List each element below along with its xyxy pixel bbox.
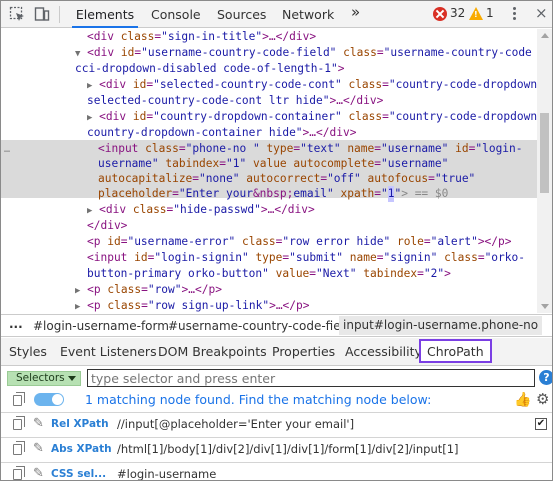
breadcrumb: ... #login-username-form #username-count… — [1, 314, 552, 337]
tab-event-listeners[interactable]: Event Listeners — [60, 344, 157, 359]
dom-line[interactable]: </div> — [87, 218, 127, 234]
edit-icon[interactable]: ✎ — [33, 466, 44, 480]
tab-chropath[interactable]: ChroPath — [419, 339, 492, 363]
dom-line[interactable]: <div class="sign-in-title">…</div> — [87, 29, 316, 45]
dom-line[interactable]: cci-dropdown-disabled code-of-length-1"> — [75, 61, 344, 77]
settings-icon[interactable]: ⚙ — [536, 390, 549, 408]
breadcrumb-item[interactable]: #username-country-code-field — [168, 319, 352, 333]
result-value[interactable]: #login-username — [117, 467, 216, 480]
elements-tree[interactable]: … <div class="sign-in-title">…</div> ▼ <… — [1, 29, 537, 313]
breadcrumb-item[interactable]: #login-username-form — [33, 319, 169, 333]
device-toolbar-icon[interactable] — [34, 6, 50, 22]
scrollbar-thumb[interactable] — [540, 113, 549, 193]
tab-console[interactable]: Console — [151, 1, 201, 28]
tab-elements[interactable]: Elements — [72, 1, 138, 28]
dom-line-selected[interactable]: autocapitalize="none" autocorrect="off" … — [98, 171, 475, 187]
copy-icon[interactable] — [13, 441, 25, 455]
scroll-down-icon[interactable] — [541, 304, 549, 309]
copy-icon[interactable] — [13, 392, 25, 406]
breadcrumb-overflow[interactable]: ... — [9, 317, 23, 331]
dom-line[interactable]: <p id="username-error" class="row error … — [87, 234, 512, 250]
dom-line-selected[interactable]: <input class="phone-no " type="text" nam… — [98, 141, 523, 157]
warning-count[interactable]: 1 — [486, 6, 494, 20]
selector-input[interactable] — [87, 369, 535, 387]
chropath-toolbar: Selectors ? — [1, 367, 552, 389]
edit-icon[interactable]: ✎ — [33, 416, 44, 431]
error-count[interactable]: 32 — [450, 6, 465, 20]
more-tabs-button[interactable]: » — [351, 1, 360, 26]
toggle-knob — [52, 394, 63, 405]
result-value[interactable]: //input[@placeholder='Enter your email'] — [117, 417, 354, 431]
dom-line[interactable]: <input id="login-signin" type="submit" n… — [87, 250, 525, 266]
copy-icon[interactable] — [13, 416, 25, 430]
result-row: ✎ Rel XPath //input[@placeholder='Enter … — [1, 412, 552, 436]
thumbs-up-icon[interactable]: 👍 — [514, 392, 531, 408]
dom-line[interactable]: ▶ <p class="row sign-up-link">…</p> — [75, 298, 310, 313]
more-icon[interactable] — [513, 7, 517, 23]
result-row: ✎ CSS sel... #login-username — [1, 462, 552, 480]
match-status-text: 1 matching node found. Find the matching… — [85, 392, 432, 407]
selector-type-dropdown[interactable]: Selectors — [7, 371, 81, 386]
close-icon[interactable]: × — [535, 4, 548, 22]
help-icon[interactable]: ? — [539, 370, 552, 385]
dom-line[interactable]: selected-country-code-cont ltr hide">…</… — [87, 93, 383, 109]
scroll-up-icon[interactable] — [541, 33, 549, 38]
result-row: ✎ Abs XPath /html[1]/body[1]/div[2]/div[… — [1, 437, 552, 461]
warning-mark: ! — [474, 10, 478, 19]
result-label: CSS sel... — [51, 468, 107, 480]
toolbar-separator — [59, 6, 60, 23]
tab-dom-breakpoints[interactable]: DOM Breakpoints — [158, 344, 267, 359]
result-label: Abs XPath — [51, 443, 112, 455]
tab-properties[interactable]: Properties — [272, 344, 335, 359]
copy-icon[interactable] — [13, 466, 25, 480]
devtools-window: Elements Console Sources Network » 32 ! … — [0, 0, 553, 481]
dom-line[interactable]: button-primary orko-button" value="Next"… — [87, 266, 451, 282]
inspect-icon[interactable] — [9, 6, 25, 22]
result-value[interactable]: /html[1]/body[1]/div[2]/div[1]/div[1]/fo… — [117, 442, 459, 456]
match-status-bar: 1 matching node found. Find the matching… — [1, 389, 552, 411]
tab-accessibility[interactable]: Accessibility — [345, 344, 422, 359]
elements-scrollbar[interactable] — [537, 29, 552, 313]
breadcrumb-item-active[interactable]: input#login-username.phone-no — [339, 316, 543, 335]
error-icon[interactable] — [433, 7, 447, 21]
toggle-icon[interactable] — [34, 393, 64, 406]
dom-line[interactable]: country-dropdown-container hide">…</div> — [87, 125, 356, 141]
dom-line-selected[interactable]: placeholder="Enter your&nbsp;email" xpat… — [98, 186, 448, 202]
tab-styles[interactable]: Styles — [9, 344, 47, 359]
node-actions-ellipsis[interactable]: … — [4, 142, 10, 158]
selector-type-label: Selectors — [16, 372, 65, 384]
result-label: Rel XPath — [51, 418, 109, 430]
tab-network[interactable]: Network — [282, 1, 334, 28]
sidebar-tabs: Styles Event Listeners DOM Breakpoints P… — [1, 338, 552, 366]
chevron-down-icon — [68, 376, 76, 381]
dom-line-selected[interactable]: username" tabindex="1" value autocomplet… — [98, 156, 448, 172]
edit-icon[interactable]: ✎ — [33, 441, 44, 456]
result-checkbox[interactable]: ✔ — [535, 418, 547, 430]
tab-sources[interactable]: Sources — [217, 1, 266, 28]
devtools-toolbar: Elements Console Sources Network » 32 ! … — [1, 1, 552, 28]
